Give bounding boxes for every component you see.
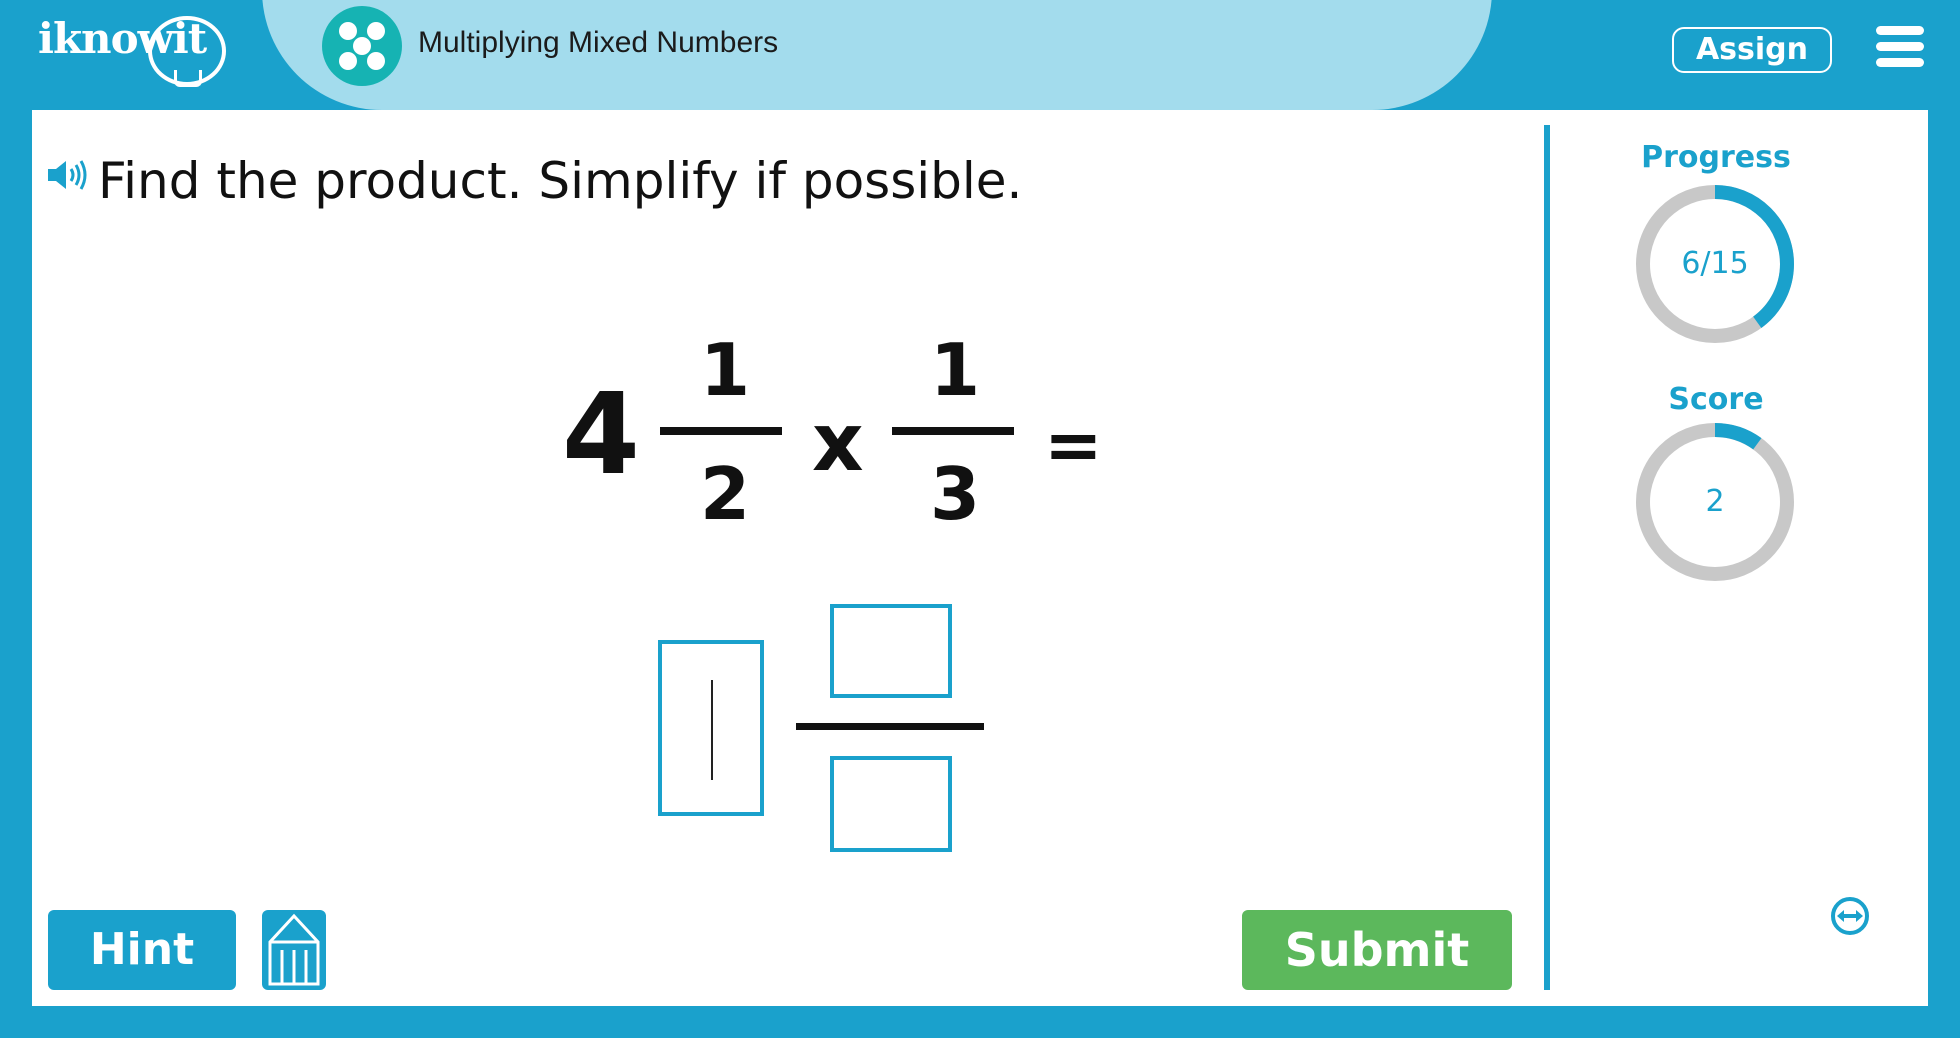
second-numerator: 1	[930, 328, 981, 412]
second-denominator: 3	[930, 452, 981, 536]
progress-value: 6/15	[1681, 246, 1749, 281]
answer-fraction-bar	[796, 723, 984, 730]
speaker-icon[interactable]	[46, 158, 88, 192]
answer-denominator-input[interactable]	[830, 756, 952, 852]
answer-whole-input[interactable]	[658, 640, 764, 816]
resize-arrows-icon[interactable]	[1830, 896, 1870, 936]
multiply-operator: x	[812, 396, 864, 489]
equals-sign: =	[1044, 404, 1103, 486]
topic-dice-icon	[322, 6, 402, 86]
topic-title: Multiplying Mixed Numbers	[418, 26, 779, 59]
first-fraction-bar	[660, 427, 782, 435]
lightbulb-base-icon	[174, 70, 202, 87]
second-fraction-bar	[892, 427, 1014, 435]
sidebar-divider	[1544, 125, 1550, 990]
hint-button[interactable]: Hint	[48, 910, 236, 990]
submit-button[interactable]: Submit	[1242, 910, 1512, 990]
menu-icon[interactable]	[1876, 26, 1924, 68]
score-value: 2	[1705, 484, 1725, 519]
question-prompt: Find the product. Simplify if possible.	[98, 152, 1023, 210]
answer-numerator-input[interactable]	[830, 604, 952, 698]
first-numerator: 1	[700, 328, 751, 412]
pencil-icon	[268, 913, 320, 986]
score-label: Score	[1668, 382, 1764, 417]
whole-number: 4	[562, 370, 640, 500]
assign-button[interactable]: Assign	[1672, 27, 1832, 73]
text-caret	[711, 680, 713, 780]
scratchpad-button[interactable]	[262, 910, 326, 990]
first-denominator: 2	[700, 452, 751, 536]
progress-label: Progress	[1641, 140, 1791, 175]
